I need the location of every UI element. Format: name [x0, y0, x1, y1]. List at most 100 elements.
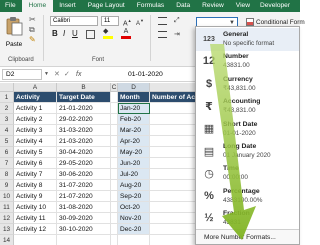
row-header[interactable]: 10 [0, 191, 14, 202]
table-cell[interactable] [111, 136, 118, 147]
table-cell[interactable]: Dec-20 [118, 224, 150, 235]
table-cell[interactable] [111, 180, 118, 191]
table-cell[interactable]: 31-03-2020 [57, 125, 111, 136]
table-cell[interactable] [111, 158, 118, 169]
number-format-item-accounting[interactable]: ₹ Accounting ₹43,831.00 [196, 95, 299, 118]
table-cell[interactable]: Apr-20 [118, 136, 150, 147]
table-cell[interactable] [14, 235, 57, 245]
table-cell[interactable]: Feb-20 [118, 114, 150, 125]
paste-button[interactable]: Paste [3, 16, 25, 48]
tab-file[interactable]: File [0, 0, 22, 12]
number-format-item-general[interactable]: 123 General No specific format [196, 28, 299, 51]
tab-view[interactable]: View [230, 0, 256, 12]
table-cell[interactable] [111, 213, 118, 224]
cancel-icon[interactable]: ✕ [54, 69, 60, 80]
table-cell[interactable]: Jun-20 [118, 158, 150, 169]
select-all-corner[interactable] [0, 83, 14, 92]
table-cell[interactable]: 30-10-2020 [57, 224, 111, 235]
number-format-item-long-date[interactable]: ▤ Long Date 01 January 2020 [196, 140, 299, 163]
table-cell[interactable] [111, 103, 118, 114]
font-size-select[interactable]: 11 [101, 16, 119, 26]
row-header[interactable]: 7 [0, 158, 14, 169]
table-cell[interactable]: Jan-20 [118, 103, 150, 114]
column-header-d[interactable]: D [118, 83, 150, 92]
italic-button[interactable]: I [63, 29, 65, 39]
row-header[interactable]: 3 [0, 114, 14, 125]
row-header[interactable]: 5 [0, 136, 14, 147]
formula-input[interactable]: 01-01-2020 [96, 69, 202, 80]
table-cell[interactable]: Activity 7 [14, 169, 57, 180]
table-cell[interactable] [111, 169, 118, 180]
table-cell[interactable]: May-20 [118, 147, 150, 158]
table-cell[interactable]: Activity 10 [14, 202, 57, 213]
column-header-c[interactable]: C [111, 83, 118, 92]
align-top-icon[interactable] [158, 17, 167, 25]
fill-color-icon[interactable]: ◆ [103, 28, 113, 40]
column-header-b[interactable]: B [57, 83, 111, 92]
number-format-item-currency[interactable]: $ Currency ₹43,831.00 [196, 73, 299, 96]
fx-label[interactable]: fx [76, 69, 81, 80]
table-cell[interactable]: 21-03-2020 [57, 136, 111, 147]
table-cell[interactable]: 30-04-2020 [57, 147, 111, 158]
table-cell[interactable]: Activity 5 [14, 147, 57, 158]
font-name-select[interactable]: Calibri [50, 16, 98, 26]
name-box[interactable]: D2 [2, 69, 42, 80]
table-cell[interactable]: 31-08-2020 [57, 202, 111, 213]
table-cell[interactable] [118, 235, 150, 245]
copy-icon[interactable]: ⧉ [29, 26, 35, 34]
table-cell[interactable]: 30-06-2020 [57, 169, 111, 180]
table-cell[interactable]: Nov-20 [118, 213, 150, 224]
tab-review[interactable]: Review [196, 0, 230, 12]
indent-icon[interactable]: ⇥ [174, 31, 180, 39]
table-cell[interactable] [111, 114, 118, 125]
tab-developer[interactable]: Developer [256, 0, 294, 12]
table-cell[interactable] [57, 235, 111, 245]
tab-formulas[interactable]: Formulas [131, 0, 170, 12]
orientation-icon[interactable]: ⤢ [174, 17, 180, 25]
table-cell[interactable] [111, 147, 118, 158]
row-header[interactable]: 12 [0, 213, 14, 224]
table-cell[interactable]: Activity 4 [14, 136, 57, 147]
table-cell[interactable]: 29-05-2020 [57, 158, 111, 169]
table-cell[interactable]: Activity 12 [14, 224, 57, 235]
table-cell[interactable]: 31-07-2020 [57, 180, 111, 191]
table-cell[interactable]: Sep-20 [118, 191, 150, 202]
decrease-font-icon[interactable]: A▼ [136, 16, 144, 29]
table-cell[interactable]: Activity 8 [14, 180, 57, 191]
bold-button[interactable]: B [52, 29, 58, 39]
row-header[interactable]: 1 [0, 92, 14, 103]
number-format-item-fraction[interactable]: ½ Fraction 43831 [196, 207, 299, 230]
table-cell[interactable]: Activity 1 [14, 103, 57, 114]
table-header-cell[interactable]: Target Date [57, 92, 111, 103]
row-header[interactable]: 13 [0, 224, 14, 235]
table-cell[interactable] [111, 224, 118, 235]
name-box-dropdown-icon[interactable]: ▼ [44, 70, 49, 79]
table-cell[interactable]: Activity 11 [14, 213, 57, 224]
number-format-item-time[interactable]: ◷ Time 00:00:00 [196, 162, 299, 185]
table-cell[interactable]: 21-07-2020 [57, 191, 111, 202]
table-cell[interactable]: Jul-20 [118, 169, 150, 180]
row-header[interactable]: 9 [0, 180, 14, 191]
tab-insert[interactable]: Insert [53, 0, 82, 12]
tab-data[interactable]: Data [170, 0, 196, 12]
row-header[interactable]: 6 [0, 147, 14, 158]
table-header-cell[interactable]: Month [118, 92, 150, 103]
enter-icon[interactable]: ✓ [64, 69, 70, 80]
table-cell[interactable]: Mar-20 [118, 125, 150, 136]
table-cell[interactable]: Activity 3 [14, 125, 57, 136]
table-cell[interactable] [111, 191, 118, 202]
table-cell[interactable]: Aug-20 [118, 180, 150, 191]
row-header[interactable]: 11 [0, 202, 14, 213]
table-cell[interactable]: Activity 2 [14, 114, 57, 125]
borders-icon[interactable] [86, 30, 95, 39]
table-cell[interactable]: Activity 9 [14, 191, 57, 202]
number-format-item-number[interactable]: 12 Number 43831.00 [196, 50, 299, 73]
tab-home[interactable]: Home [21, 0, 54, 12]
font-color-icon[interactable]: A [121, 28, 131, 40]
row-header[interactable]: 2 [0, 103, 14, 114]
table-cell[interactable]: 29-02-2020 [57, 114, 111, 125]
table-cell[interactable]: 30-09-2020 [57, 213, 111, 224]
table-cell[interactable] [111, 202, 118, 213]
table-cell[interactable]: Oct-20 [118, 202, 150, 213]
row-header[interactable]: 4 [0, 125, 14, 136]
